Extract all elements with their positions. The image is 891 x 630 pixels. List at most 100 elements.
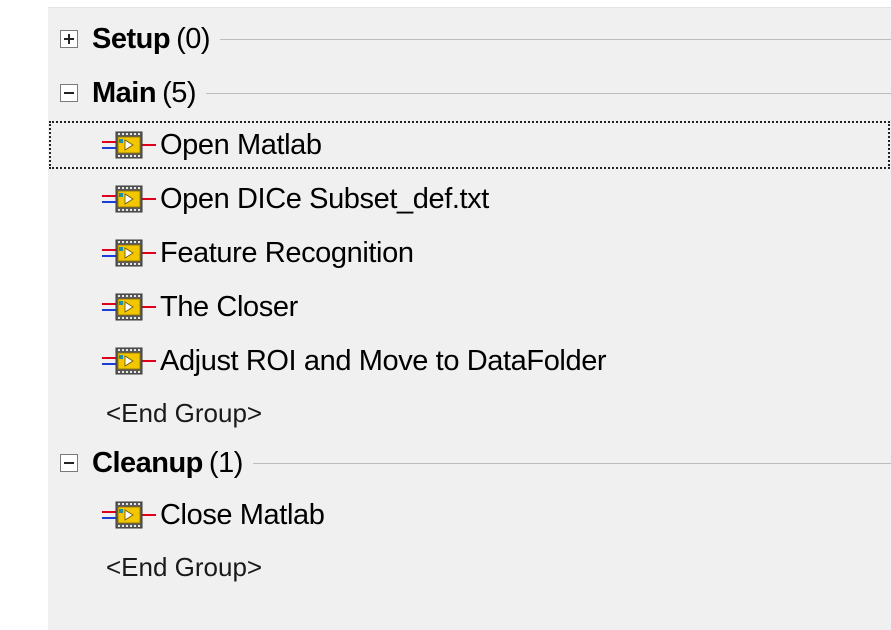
- perforation-dot: [118, 295, 120, 297]
- collapse-icon[interactable]: [60, 84, 78, 102]
- group-setup[interactable]: Setup (0): [48, 14, 891, 64]
- step-label: Feature Recognition: [160, 236, 414, 269]
- vi-step-icon: [100, 292, 158, 322]
- perforation-dot: [134, 133, 136, 135]
- perforation-dot: [134, 525, 136, 527]
- input-wire-blue: [102, 363, 116, 365]
- perforation-dot: [126, 187, 128, 189]
- perforation-dot: [118, 155, 120, 157]
- step-label: Adjust ROI and Move to DataFolder: [160, 344, 607, 377]
- vi-step-icon-graphic: [102, 293, 156, 321]
- perforation-dot: [134, 371, 136, 373]
- group-main[interactable]: Main (5): [48, 68, 891, 118]
- perforation-dot: [122, 349, 124, 351]
- perforation-dot: [138, 241, 140, 243]
- perforation-dot: [130, 525, 132, 527]
- perforation-dot: [122, 371, 124, 373]
- perforation-dot: [122, 133, 124, 135]
- perforation-dot: [130, 155, 132, 157]
- step-feature-recognition[interactable]: Feature Recognition: [48, 228, 891, 278]
- input-wire-blue: [102, 147, 116, 149]
- sequence-tree[interactable]: Setup (0) Main (5) Open Matlab Open DICe…: [48, 8, 891, 630]
- group-separator-line: [252, 462, 891, 464]
- perforation-dot: [118, 317, 120, 319]
- icon-accent: [119, 139, 123, 143]
- perforation-dot: [126, 241, 128, 243]
- collapse-icon[interactable]: [60, 454, 78, 472]
- perforation-dot: [134, 317, 136, 319]
- perforation-dot: [126, 503, 128, 505]
- left-margin: [0, 0, 48, 630]
- end-group-label: <End Group>: [106, 551, 263, 582]
- input-wire-blue: [102, 255, 116, 257]
- perforation-dot: [122, 155, 124, 157]
- group-setup-name: Setup: [92, 22, 171, 55]
- perforation-dot: [126, 349, 128, 351]
- perforation-dot: [126, 155, 128, 157]
- perforation-dot: [130, 263, 132, 265]
- step-the-closer[interactable]: The Closer: [48, 282, 891, 332]
- group-cleanup[interactable]: Cleanup (1): [48, 438, 891, 488]
- icon-accent: [119, 301, 123, 305]
- vi-step-icon-graphic: [102, 185, 156, 213]
- perforation-dot: [118, 133, 120, 135]
- perforation-dot: [118, 263, 120, 265]
- perforation-dot: [134, 209, 136, 211]
- input-wire-blue: [102, 309, 116, 311]
- input-wire-red: [102, 357, 116, 359]
- perforation-dot: [126, 209, 128, 211]
- step-close-matlab[interactable]: Close Matlab: [48, 490, 891, 540]
- perforation-dot: [126, 371, 128, 373]
- perforation-dot: [130, 349, 132, 351]
- expand-icon[interactable]: [60, 30, 78, 48]
- vi-step-icon-graphic: [102, 131, 156, 159]
- icon-accent: [119, 193, 123, 197]
- step-label: Open Matlab: [160, 128, 322, 161]
- step-open-matlab[interactable]: Open Matlab: [48, 120, 891, 170]
- perforation-dot: [138, 349, 140, 351]
- vi-step-icon: [100, 500, 158, 530]
- perforation-dot: [122, 525, 124, 527]
- step-label: Open DICe Subset_def.txt: [160, 182, 489, 215]
- step-label: The Closer: [160, 290, 298, 323]
- perforation-dot: [130, 209, 132, 211]
- vi-step-icon: [100, 238, 158, 268]
- perforation-dot: [118, 241, 120, 243]
- group-separator-line: [220, 38, 891, 40]
- group-cleanup-count: (1): [208, 446, 243, 479]
- group-cleanup-name: Cleanup: [92, 446, 203, 479]
- perforation-dot: [122, 317, 124, 319]
- end-group-main[interactable]: <End Group>: [48, 388, 891, 438]
- perforation-dot: [118, 525, 120, 527]
- perforation-dot: [134, 263, 136, 265]
- step-open-dice-subset[interactable]: Open DICe Subset_def.txt: [48, 174, 891, 224]
- end-group-cleanup[interactable]: <End Group>: [48, 542, 891, 592]
- output-wire-red: [142, 360, 156, 362]
- icon-accent: [119, 247, 123, 251]
- input-wire-red: [102, 141, 116, 143]
- perforation-dot: [126, 317, 128, 319]
- input-wire-red: [102, 195, 116, 197]
- icon-accent: [119, 509, 123, 513]
- perforation-dot: [130, 503, 132, 505]
- perforation-dot: [138, 263, 140, 265]
- step-adjust-roi[interactable]: Adjust ROI and Move to DataFolder: [48, 336, 891, 386]
- input-wire-blue: [102, 517, 116, 519]
- perforation-dot: [130, 241, 132, 243]
- group-main-name: Main: [92, 76, 157, 109]
- step-label: Close Matlab: [160, 498, 325, 531]
- perforation-dot: [126, 263, 128, 265]
- vi-step-icon: [100, 184, 158, 214]
- perforation-dot: [122, 187, 124, 189]
- output-wire-red: [142, 514, 156, 516]
- perforation-dot: [122, 295, 124, 297]
- perforation-dot: [138, 503, 140, 505]
- output-wire-red: [142, 252, 156, 254]
- perforation-dot: [138, 525, 140, 527]
- vi-step-icon-graphic: [102, 501, 156, 529]
- group-setup-count: (0): [176, 22, 211, 55]
- perforation-dot: [138, 209, 140, 211]
- input-wire-red: [102, 249, 116, 251]
- vi-step-icon-graphic: [102, 347, 156, 375]
- icon-accent: [119, 355, 123, 359]
